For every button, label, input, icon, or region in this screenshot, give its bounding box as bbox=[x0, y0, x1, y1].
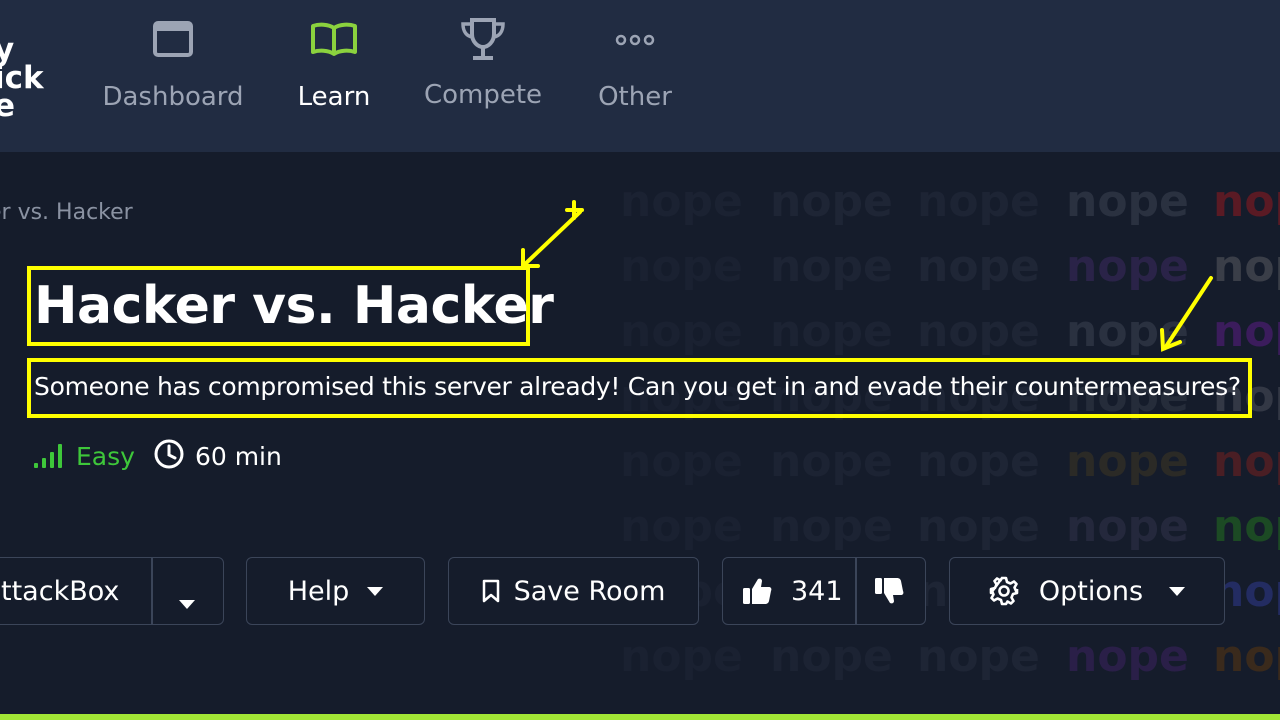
bottom-accent-bar bbox=[0, 714, 1280, 720]
arrow-to-description bbox=[1160, 276, 1213, 352]
arrow-to-title bbox=[521, 200, 584, 268]
annotation-arrows bbox=[521, 200, 1213, 352]
